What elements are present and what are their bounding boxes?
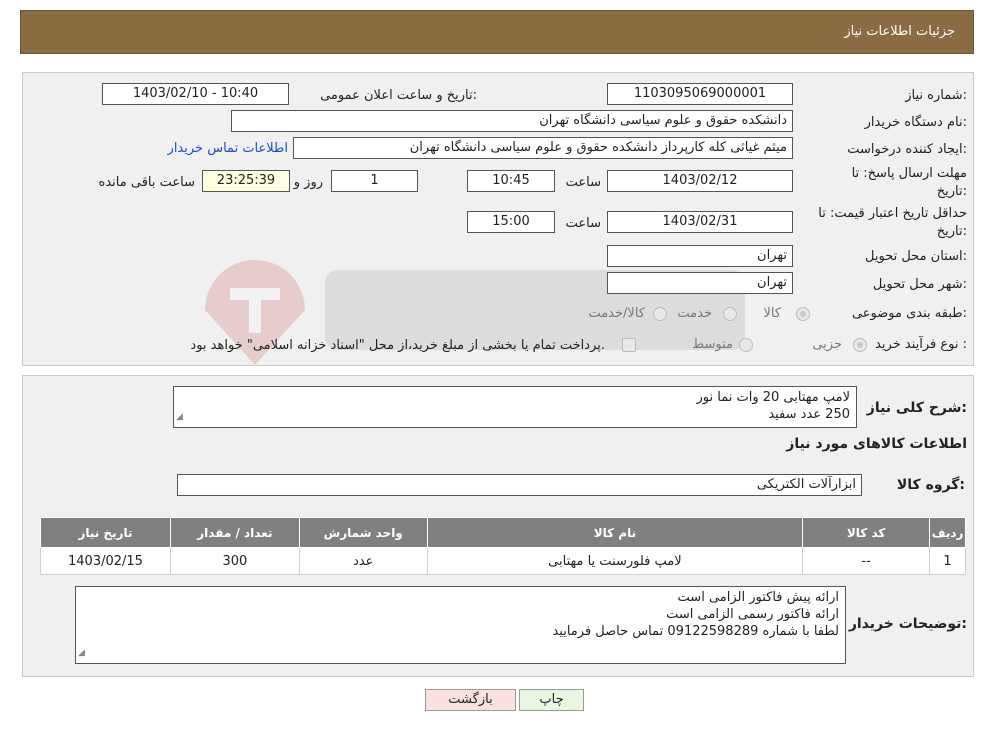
page-title: جزئیات اطلاعات نیاز xyxy=(844,24,955,39)
buyer-notes-textarea[interactable]: ارائه پیش فاکتور الزامی است ارائه فاکتور… xyxy=(75,586,846,664)
resize-grip-icon[interactable]: ◢ xyxy=(176,409,183,426)
col-row-header: ردیف xyxy=(929,517,966,548)
goods-table-header: ردیف کد کالا نام کالا واحد شمارش تعداد /… xyxy=(40,517,966,548)
summary-textarea[interactable]: لامپ مهتابی 20 وات نما نور 250 عدد سفید … xyxy=(173,386,857,428)
process-checkbox-treasury[interactable] xyxy=(622,338,636,352)
goods-section-title: اطلاعات کالاهای مورد نیاز xyxy=(786,436,967,452)
requester-label: ایجاد کننده درخواست: xyxy=(847,142,967,157)
announce-label: تاریخ و ساعت اعلان عمومی: xyxy=(320,88,477,103)
goods-group-label: گروه کالا: xyxy=(896,477,965,493)
requester-field: میثم غیاثی کله کارپرداز دانشکده حقوق و ع… xyxy=(293,137,793,159)
col-name-header: نام کالا xyxy=(426,517,804,548)
buyer-note-line-2: ارائه فاکتور رسمی الزامی است xyxy=(666,607,839,622)
summary-line-1: لامپ مهتابی 20 وات نما نور xyxy=(696,390,850,405)
category-label: طبقه بندی موضوعی: xyxy=(851,306,967,321)
validity-label-line1: حداقل تاریخ اعتبار قیمت: تا xyxy=(818,206,967,221)
process-treasury-note: پرداخت تمام یا بخشی از مبلغ خرید،از محل … xyxy=(190,338,605,353)
col-date-header: تاریخ نیاز xyxy=(40,517,171,548)
city-field: تهران xyxy=(607,272,793,294)
buyer-contact-link[interactable]: اطلاعات تماس خریدار xyxy=(168,141,288,156)
category-radio-goods-service[interactable] xyxy=(653,307,667,321)
remaining-time-field: 23:25:39 xyxy=(202,170,290,192)
category-radio-service[interactable] xyxy=(723,307,737,321)
deadline-time-field: 10:45 xyxy=(467,170,555,192)
table-row: 1 -- لامپ فلورسنت یا مهتابی عدد 300 1403… xyxy=(40,547,966,575)
validity-date-field: 1403/02/31 xyxy=(607,211,793,233)
validity-time-label: ساعت xyxy=(565,216,601,231)
resize-grip-icon[interactable]: ◢ xyxy=(78,645,85,662)
deadline-days-field: 1 xyxy=(331,170,418,192)
col-qty-header: تعداد / مقدار xyxy=(169,517,300,548)
col-code-header: کد کالا xyxy=(802,517,931,548)
print-button[interactable]: چاپ xyxy=(519,689,584,711)
back-button[interactable]: بازگشت xyxy=(425,689,516,711)
process-radio-medium[interactable] xyxy=(739,338,753,352)
process-option-minor: جزیی xyxy=(812,337,842,352)
process-option-medium: متوسط xyxy=(692,337,733,352)
cell-row: 1 xyxy=(929,547,966,575)
col-unit-header: واحد شمارش xyxy=(298,517,428,548)
province-label: استان محل تحویل: xyxy=(865,249,967,264)
buyer-notes-label: توضیحات خریدار: xyxy=(848,616,967,632)
validity-time-field: 15:00 xyxy=(467,211,555,233)
cell-date: 1403/02/15 xyxy=(40,547,171,575)
cell-unit: عدد xyxy=(298,547,428,575)
deadline-days-label: روز و xyxy=(293,175,323,190)
buyer-org-field: دانشکده حقوق و علوم سیاسی دانشگاه تهران xyxy=(231,110,793,132)
buyer-org-label: نام دستگاه خریدار: xyxy=(864,115,967,130)
remaining-time-label: ساعت باقی مانده xyxy=(98,175,195,190)
cell-code: -- xyxy=(802,547,931,575)
goods-table: ردیف کد کالا نام کالا واحد شمارش تعداد /… xyxy=(40,517,966,575)
process-radio-minor[interactable] xyxy=(853,338,867,352)
cell-qty: 300 xyxy=(169,547,300,575)
deadline-date-field: 1403/02/12 xyxy=(607,170,793,192)
buyer-note-line-3: لطفا با شماره 09122598289 تماس حاصل فرما… xyxy=(552,624,839,639)
deadline-time-label: ساعت xyxy=(565,175,601,190)
city-label: شهر محل تحویل: xyxy=(872,277,967,292)
need-number-label: شماره نیاز: xyxy=(905,88,967,103)
buyer-note-line-1: ارائه پیش فاکتور الزامی است xyxy=(677,590,839,605)
validity-label-line2: تاریخ: xyxy=(936,224,967,239)
category-radio-goods[interactable] xyxy=(796,307,810,321)
summary-label: شرح کلی نیاز: xyxy=(866,400,967,416)
category-option-goods-service: کالا/خدمت xyxy=(588,306,645,321)
goods-group-field: ابزارآلات الکتریکی xyxy=(177,474,862,496)
page-header: جزئیات اطلاعات نیاز xyxy=(20,10,974,54)
process-label: نوع فرآیند خرید : xyxy=(875,337,967,352)
province-field: تهران xyxy=(607,245,793,267)
deadline-label-line2: تاریخ: xyxy=(936,184,967,199)
category-option-goods: کالا xyxy=(763,306,781,321)
summary-line-2: 250 عدد سفید xyxy=(768,407,850,422)
announce-field: 1403/02/10 - 10:40 xyxy=(102,83,289,105)
deadline-label-line1: مهلت ارسال پاسخ: تا xyxy=(851,166,967,181)
cell-name: لامپ فلورسنت یا مهتابی xyxy=(426,547,804,575)
category-option-service: خدمت xyxy=(677,306,712,321)
need-number-field: 1103095069000001 xyxy=(607,83,793,105)
